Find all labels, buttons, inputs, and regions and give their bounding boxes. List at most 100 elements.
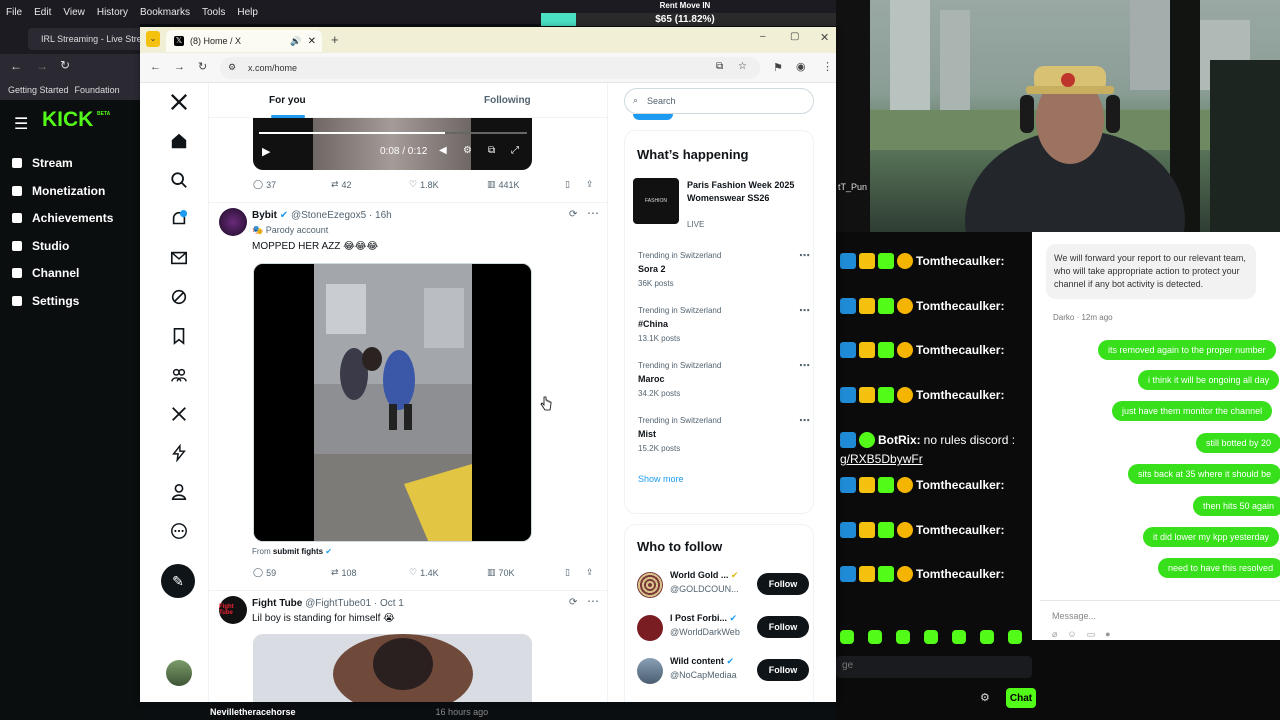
forward-icon[interactable]: → <box>36 59 48 73</box>
menu-file[interactable]: File <box>0 7 28 18</box>
emoji-icon[interactable]: ☺ <box>1067 629 1076 640</box>
communities-icon[interactable] <box>170 366 188 384</box>
account-avatar[interactable] <box>637 615 663 641</box>
emote-icon[interactable] <box>896 630 910 644</box>
menu-view[interactable]: View <box>57 7 91 18</box>
show-more-link[interactable]: Show more <box>638 474 684 484</box>
forward-icon[interactable]: → <box>174 61 185 73</box>
site-info-icon[interactable]: ⚙ <box>228 62 236 73</box>
chat-username[interactable]: Tomthecaulker: <box>916 299 1004 313</box>
chat-send-button[interactable]: Chat <box>1006 688 1036 708</box>
post-author-handle[interactable]: @StoneEzegox5 <box>291 210 366 221</box>
bookmark-foundation[interactable]: Foundation <box>75 85 120 95</box>
gear-icon[interactable]: ⚙ <box>980 691 990 704</box>
chat-username[interactable]: Tomthecaulker: <box>916 254 1004 268</box>
account-avatar[interactable] <box>637 572 663 598</box>
follow-button[interactable]: Follow <box>757 659 809 681</box>
like-button[interactable]: ♡ 1.8K <box>409 179 439 190</box>
views-button[interactable]: ▥ 441K <box>487 179 520 190</box>
post-author-name[interactable]: Bybit <box>252 210 277 221</box>
kick-nav-studio[interactable]: Studio <box>12 239 69 253</box>
kick-nav-stream[interactable]: Stream <box>12 156 73 170</box>
post-more-icon[interactable]: ⋯ <box>587 206 599 220</box>
chat-username[interactable]: BotRix: <box>878 433 921 447</box>
trend-more-icon[interactable]: ⋯ <box>799 304 810 317</box>
bookmark-getting-started[interactable]: Getting Started <box>8 85 69 95</box>
fullscreen-icon[interactable]: ⤢ <box>511 145 519 156</box>
post-time[interactable]: · Oct 1 <box>374 598 404 609</box>
gif-icon[interactable]: ▭ <box>1087 629 1096 640</box>
play-icon[interactable]: ▶ <box>262 145 270 158</box>
trend-more-icon[interactable]: ⋯ <box>799 249 810 262</box>
chat-username[interactable]: Tomthecaulker: <box>916 388 1004 402</box>
tab-for-you[interactable]: For you <box>269 95 306 106</box>
post-video[interactable] <box>253 634 532 702</box>
emote-icon[interactable] <box>868 630 882 644</box>
chat-username[interactable]: Tomthecaulker: <box>916 343 1004 357</box>
chat-username[interactable]: Tomthecaulker: <box>916 567 1004 581</box>
browser-menu-icon[interactable]: ⋮ <box>822 60 833 73</box>
more-options-icon[interactable] <box>170 522 188 540</box>
share-button[interactable]: ⇪ <box>586 179 594 190</box>
stream-chat-input[interactable]: ge <box>836 656 1032 678</box>
trend-name[interactable]: Maroc <box>638 374 665 384</box>
bookmark-button[interactable]: ▯ <box>565 567 570 578</box>
post-author-avatar[interactable] <box>219 208 247 236</box>
x-browser-tab[interactable]: 𝕏 (8) Home / X 🔊 ✕ <box>166 30 322 52</box>
post-video[interactable] <box>253 263 532 542</box>
bookmark-star-icon[interactable]: ☆ <box>738 61 747 72</box>
trend-name[interactable]: #China <box>638 319 668 329</box>
messages-mail-icon[interactable] <box>170 249 188 267</box>
account-name[interactable]: Wild content ✔ <box>670 656 734 667</box>
address-bar[interactable]: ⚙ x.com/home ⧉ ☆ <box>220 57 760 79</box>
tab-close-icon[interactable]: ✕ <box>308 36 316 47</box>
share-button[interactable]: ⇪ <box>586 567 594 578</box>
new-tab-icon[interactable]: + <box>331 32 339 47</box>
install-app-icon[interactable]: ⧉ <box>716 61 723 72</box>
settings-gear-icon[interactable]: ⚙ <box>463 145 472 156</box>
volume-icon[interactable]: ◀ <box>439 145 447 156</box>
chat-username[interactable]: Tomthecaulker: <box>916 523 1004 537</box>
trend-more-icon[interactable]: ⋯ <box>799 359 810 372</box>
trend-more-icon[interactable]: ⋯ <box>799 414 810 427</box>
kick-nav-settings[interactable]: Settings <box>12 294 79 308</box>
follow-button[interactable]: Follow <box>757 573 809 595</box>
grok-icon[interactable] <box>170 288 188 306</box>
tab-following[interactable]: Following <box>484 95 531 106</box>
menu-help[interactable]: Help <box>231 7 264 18</box>
account-avatar[interactable] <box>637 658 663 684</box>
home-icon[interactable] <box>170 132 188 150</box>
post-more-icon[interactable]: ⋯ <box>587 594 599 608</box>
picture-in-picture-icon[interactable]: ⧉ <box>488 145 495 156</box>
window-maximize-icon[interactable]: ▢ <box>790 31 799 42</box>
window-close-icon[interactable]: ✕ <box>820 31 829 44</box>
event-thumbnail[interactable]: FASHION <box>633 178 679 224</box>
compose-post-button[interactable]: ✎ <box>161 564 195 598</box>
menu-history[interactable]: History <box>91 7 134 18</box>
verified-orgs-lightning-icon[interactable] <box>170 444 188 462</box>
kick-nav-channel[interactable]: Channel <box>12 266 79 280</box>
notifications-bell-icon[interactable] <box>170 210 188 228</box>
chat-link[interactable]: g/RXB5DbywFr <box>840 452 923 466</box>
emote-icon[interactable] <box>980 630 994 644</box>
views-button[interactable]: ▥ 70K <box>487 567 515 578</box>
post-author-handle[interactable]: @FightTube01 <box>305 598 371 609</box>
microphone-icon[interactable]: ● <box>1105 629 1110 640</box>
account-avatar[interactable] <box>166 660 192 686</box>
menu-edit[interactable]: Edit <box>28 7 57 18</box>
post-author-avatar[interactable]: Fight Tube <box>219 596 247 624</box>
menu-tools[interactable]: Tools <box>196 7 231 18</box>
menu-bookmarks[interactable]: Bookmarks <box>134 7 196 18</box>
like-button[interactable]: ♡ 1.4K <box>409 567 439 578</box>
repost-button[interactable]: ⇄ 108 <box>331 567 357 578</box>
trend-name[interactable]: Sora 2 <box>638 264 666 274</box>
video-source-name[interactable]: submit fights <box>273 547 323 556</box>
back-icon[interactable]: ← <box>10 59 22 73</box>
search-input[interactable]: ⌕ Search <box>624 88 814 114</box>
post-author-name[interactable]: Fight Tube <box>252 598 302 609</box>
emote-icon[interactable] <box>924 630 938 644</box>
tab-list-chevron-icon[interactable]: ⌄ <box>146 31 160 47</box>
chat-username[interactable]: Tomthecaulker: <box>916 478 1004 492</box>
reload-icon[interactable]: ↻ <box>198 60 207 73</box>
follow-button[interactable]: Follow <box>757 616 809 638</box>
